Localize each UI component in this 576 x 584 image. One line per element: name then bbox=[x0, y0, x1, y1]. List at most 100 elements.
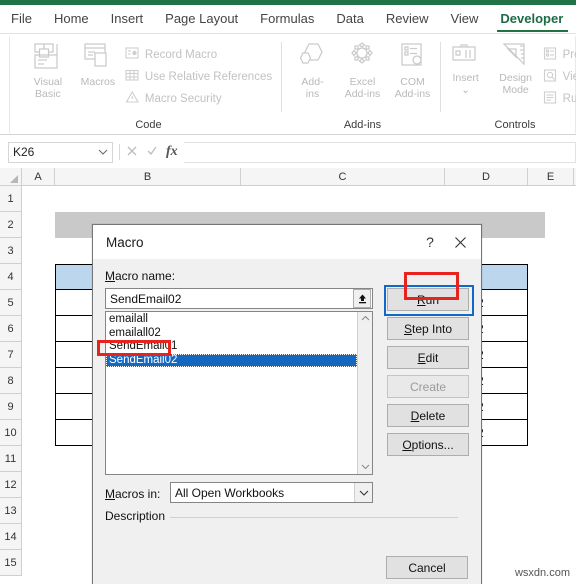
run-button[interactable]: Run bbox=[384, 285, 474, 316]
watermark: wsxdn.com bbox=[514, 567, 570, 579]
properties-icon bbox=[543, 46, 558, 64]
row-header-10[interactable]: 10 bbox=[0, 420, 22, 446]
row-header-6[interactable]: 6 bbox=[0, 316, 22, 342]
row-header-4[interactable]: 4 bbox=[0, 264, 22, 290]
row-header-2[interactable]: 2 bbox=[0, 212, 22, 238]
add-ins-icon bbox=[296, 41, 330, 76]
fx-icon[interactable]: fx bbox=[166, 144, 178, 160]
visual-basic-label-1: Visual bbox=[33, 76, 63, 88]
row-header-11[interactable]: 11 bbox=[0, 446, 22, 472]
options-button[interactable]: Options... bbox=[387, 433, 469, 456]
com-add-ins-icon bbox=[396, 41, 430, 76]
help-icon[interactable]: ? bbox=[415, 228, 445, 256]
tab-home[interactable]: Home bbox=[43, 5, 100, 33]
group-label-code: Code bbox=[135, 119, 162, 131]
description-label: Description bbox=[105, 509, 171, 523]
insert-control-chevron: ⌄ bbox=[461, 84, 471, 96]
options-button-label: Options... bbox=[402, 437, 454, 452]
macro-list-box[interactable]: emailall emailall02 SendEmail01 SendEmai… bbox=[105, 311, 373, 475]
macro-name-input[interactable]: SendEmail02 bbox=[105, 288, 373, 309]
properties-button[interactable]: Prop bbox=[543, 44, 576, 66]
tab-developer[interactable]: Developer bbox=[489, 5, 574, 33]
macros-label: Macros bbox=[80, 76, 116, 88]
macros-in-dropdown[interactable]: All Open Workbooks bbox=[170, 482, 373, 503]
ribbon-group-addins: Add- ins Excel Add-ins COM Add-ins Add-i… bbox=[285, 36, 440, 134]
formula-bar-separator bbox=[119, 144, 120, 160]
row-header-12[interactable]: 12 bbox=[0, 472, 22, 498]
design-mode-button[interactable]: Design Mode bbox=[493, 41, 539, 96]
macros-in-label: Macros in: bbox=[105, 487, 161, 501]
column-header-e[interactable]: E bbox=[528, 168, 574, 185]
run-dialog-button[interactable]: Run bbox=[543, 88, 576, 110]
visual-basic-icon bbox=[31, 41, 65, 76]
macro-security-button[interactable]: Macro Security bbox=[125, 88, 272, 110]
cancel-button[interactable]: Cancel bbox=[386, 556, 468, 579]
add-ins-label-2: ins bbox=[305, 88, 320, 100]
column-header-d[interactable]: D bbox=[445, 168, 528, 185]
ribbon-inner: Visual Basic Macros Record Macro Use Rel… bbox=[9, 36, 576, 134]
formula-bar-icons: fx bbox=[126, 144, 178, 160]
macro-name-label: Macro name: bbox=[105, 269, 176, 283]
chevron-down-icon[interactable] bbox=[361, 462, 370, 472]
tab-review[interactable]: Review bbox=[375, 5, 440, 33]
row-header-1[interactable]: 1 bbox=[0, 186, 22, 212]
row-header-14[interactable]: 14 bbox=[0, 524, 22, 550]
enter-icon[interactable] bbox=[146, 145, 158, 160]
run-button-label: Run bbox=[416, 292, 440, 307]
name-box[interactable]: K26 bbox=[8, 141, 113, 163]
cancel-icon[interactable] bbox=[126, 145, 138, 160]
row-header-5[interactable]: 5 bbox=[0, 290, 22, 316]
tab-view[interactable]: View bbox=[439, 5, 489, 33]
row-header-7[interactable]: 7 bbox=[0, 342, 22, 368]
column-header-c[interactable]: C bbox=[241, 168, 445, 185]
use-relative-references-label: Use Relative References bbox=[144, 71, 273, 83]
macro-name-label-rest: acro name: bbox=[115, 269, 176, 283]
edit-button[interactable]: Edit bbox=[387, 346, 469, 369]
row-header-3[interactable]: 3 bbox=[0, 238, 22, 264]
run-dialog-icon bbox=[543, 90, 558, 108]
design-mode-label-1: Design bbox=[499, 72, 532, 84]
record-macro-button[interactable]: Record Macro bbox=[125, 44, 272, 66]
com-add-ins-label-1: COM bbox=[400, 76, 425, 88]
group-separator-1 bbox=[281, 42, 282, 112]
close-icon[interactable] bbox=[445, 228, 475, 256]
list-item[interactable]: emailall02 bbox=[106, 327, 357, 341]
list-item-selected[interactable]: SendEmail02 bbox=[106, 353, 357, 367]
view-code-button[interactable]: View bbox=[543, 66, 576, 88]
chevron-up-icon[interactable] bbox=[361, 314, 370, 324]
macro-name-value: SendEmail02 bbox=[110, 291, 182, 306]
row-header-8[interactable]: 8 bbox=[0, 368, 22, 394]
excel-add-ins-label-1: Excel bbox=[349, 76, 376, 88]
list-item[interactable]: SendEmail01 bbox=[106, 340, 357, 354]
step-into-button[interactable]: Step Into bbox=[387, 317, 469, 340]
formula-input[interactable] bbox=[183, 141, 576, 163]
tab-data[interactable]: Data bbox=[325, 5, 374, 33]
macros-button[interactable]: Macros bbox=[75, 41, 121, 88]
delete-button[interactable]: Delete bbox=[387, 404, 469, 427]
ribbon-group-controls: Insert ⌄ Design Mode Pr Vie Ru Controls bbox=[444, 36, 576, 134]
select-all-corner[interactable] bbox=[0, 168, 22, 185]
tab-page-layout[interactable]: Page Layout bbox=[154, 5, 249, 33]
row-header-13[interactable]: 13 bbox=[0, 498, 22, 524]
insert-control-button[interactable]: Insert ⌄ bbox=[443, 41, 489, 96]
group-separator-2 bbox=[440, 42, 441, 112]
tab-file[interactable]: File bbox=[0, 5, 43, 33]
add-ins-button[interactable]: Add- ins bbox=[290, 41, 336, 100]
column-header-b[interactable]: B bbox=[55, 168, 241, 185]
up-arrow-icon[interactable] bbox=[353, 289, 371, 308]
use-relative-references-button[interactable]: Use Relative References bbox=[125, 66, 272, 88]
excel-add-ins-label-2: Add-ins bbox=[344, 88, 381, 100]
group-label-addins: Add-ins bbox=[343, 119, 382, 131]
column-header-a[interactable]: A bbox=[22, 168, 55, 185]
excel-add-ins-button[interactable]: Excel Add-ins bbox=[340, 41, 386, 100]
row-header-15[interactable]: 15 bbox=[0, 550, 22, 576]
list-item[interactable]: emailall bbox=[106, 313, 357, 327]
tab-insert[interactable]: Insert bbox=[100, 5, 155, 33]
row-header-9[interactable]: 9 bbox=[0, 394, 22, 420]
chevron-down-icon[interactable] bbox=[354, 483, 372, 502]
ribbon-group-code: Visual Basic Macros Record Macro Use Rel… bbox=[16, 36, 281, 134]
macro-list-scrollbar[interactable] bbox=[357, 312, 372, 474]
tab-formulas[interactable]: Formulas bbox=[249, 5, 325, 33]
visual-basic-button[interactable]: Visual Basic bbox=[25, 41, 71, 100]
com-add-ins-button[interactable]: COM Add-ins bbox=[390, 41, 436, 100]
